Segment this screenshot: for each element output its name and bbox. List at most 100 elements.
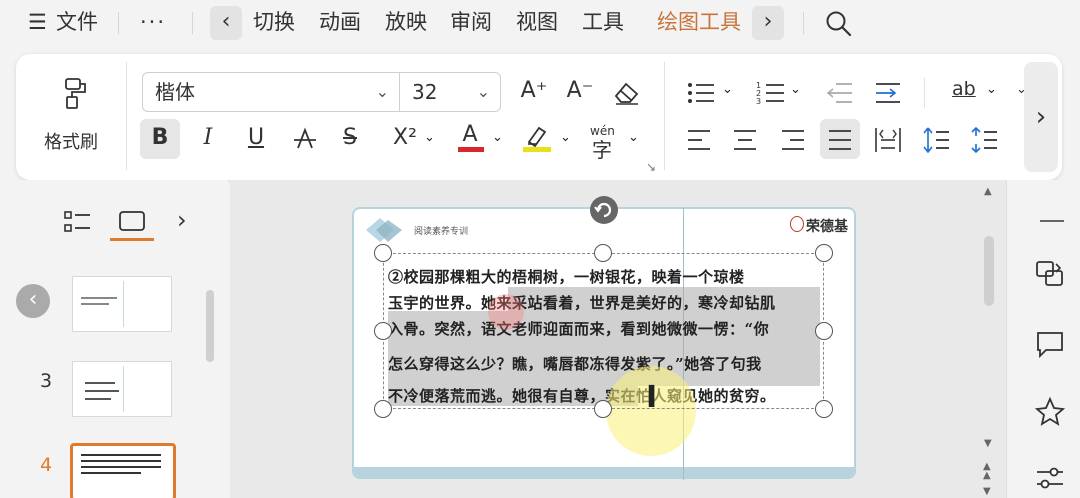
- canvas-scrollbar[interactable]: [984, 236, 994, 306]
- scroll-down-icon[interactable]: ▼: [984, 438, 992, 449]
- tab-review[interactable]: 审阅: [450, 8, 492, 36]
- italic-button[interactable]: I: [188, 121, 228, 157]
- chevron-down-icon[interactable]: ⌄: [492, 130, 503, 145]
- superscript-button[interactable]: X²: [380, 121, 430, 157]
- rotate-handle-icon[interactable]: [588, 194, 620, 226]
- divider: [664, 62, 665, 170]
- chevron-down-icon[interactable]: ⌄: [790, 82, 801, 97]
- resize-handle[interactable]: [594, 400, 612, 418]
- slide-thumbnail-2[interactable]: [72, 276, 172, 332]
- font-size-select[interactable]: 32 ⌄: [399, 72, 501, 112]
- underline-button[interactable]: U: [236, 121, 276, 157]
- line-spacing-icon[interactable]: [922, 126, 950, 154]
- thumb-line: [81, 297, 117, 299]
- align-left-icon[interactable]: [686, 128, 712, 152]
- bold-button[interactable]: B: [140, 121, 180, 157]
- settings-sliders-icon[interactable]: [1034, 462, 1066, 494]
- resize-handle[interactable]: [594, 244, 612, 262]
- slide-logo-shape-icon: [366, 218, 402, 242]
- align-center-icon[interactable]: [732, 128, 758, 152]
- menu-icon[interactable]: ☰: [28, 8, 47, 36]
- font-name-select[interactable]: 楷体 ⌄: [142, 72, 400, 112]
- search-icon[interactable]: [824, 9, 854, 39]
- tabs-next-button[interactable]: ›: [752, 6, 784, 40]
- scroll-up-icon[interactable]: ▲: [984, 186, 992, 197]
- resize-handle[interactable]: [815, 244, 833, 262]
- justify-icon[interactable]: [827, 128, 853, 152]
- tab-slideshow[interactable]: 放映: [385, 8, 427, 36]
- resize-handle[interactable]: [374, 322, 392, 340]
- thumb-line: [81, 466, 161, 468]
- divider: [123, 366, 124, 412]
- thumb-line: [81, 303, 109, 305]
- tab-animation[interactable]: 动画: [319, 8, 361, 36]
- next-slide-icon[interactable]: ▼: [983, 486, 991, 497]
- bullet-list-icon[interactable]: [686, 80, 716, 106]
- slide-thumbnail-3[interactable]: [72, 361, 172, 417]
- thumb-line: [85, 398, 111, 400]
- chevron-down-icon[interactable]: ⌄: [424, 130, 435, 145]
- tab-drawing-tools[interactable]: 绘图工具: [657, 8, 741, 36]
- collapse-pane-icon[interactable]: [1040, 220, 1064, 222]
- increase-indent-icon[interactable]: [874, 80, 902, 106]
- shrink-font-button[interactable]: A⁻: [560, 74, 600, 110]
- menu-file[interactable]: 文件: [56, 8, 98, 36]
- font-name-value: 楷体: [155, 80, 195, 104]
- thumb-line: [81, 454, 161, 456]
- chevron-down-icon[interactable]: ⌄: [628, 130, 639, 145]
- slide-bottom-band: [354, 467, 854, 477]
- divider: [803, 12, 804, 34]
- resize-handle[interactable]: [374, 400, 392, 418]
- chevron-right-icon[interactable]: ›: [177, 206, 187, 234]
- ribbon-scroll-right-button[interactable]: ›: [1024, 62, 1058, 172]
- dialog-launcher-icon[interactable]: ↘: [646, 160, 656, 174]
- paragraph-spacing-icon[interactable]: [970, 126, 998, 154]
- prev-slide-icon[interactable]: ▲ ▲: [983, 462, 991, 481]
- chevron-down-icon[interactable]: ⌄: [560, 130, 571, 145]
- slide-view-icon[interactable]: [118, 210, 146, 234]
- tab-transition[interactable]: 切换: [253, 8, 295, 36]
- chevron-down-icon: ⌄: [476, 82, 490, 101]
- thumb-line: [85, 382, 115, 384]
- font-size-value: 32: [412, 80, 438, 104]
- grow-font-button[interactable]: A⁺: [514, 74, 554, 110]
- divider: [192, 12, 193, 34]
- highlight-color-bar: [523, 147, 551, 152]
- resize-handle[interactable]: [815, 322, 833, 340]
- format-painter-icon[interactable]: [58, 75, 94, 111]
- slide-brand-logo: 荣德基: [806, 219, 848, 235]
- active-tab-underline: [110, 238, 154, 241]
- thumb-number-4: 4: [40, 454, 53, 476]
- more-menu-button[interactable]: ···: [140, 8, 166, 36]
- numbered-list-icon[interactable]: 1 2 3: [756, 80, 786, 106]
- tabs-prev-button[interactable]: ‹: [210, 6, 242, 40]
- resize-handle[interactable]: [815, 400, 833, 418]
- collapse-pane-button[interactable]: ‹: [16, 284, 50, 318]
- eraser-icon[interactable]: [612, 78, 642, 106]
- comment-icon[interactable]: [1034, 328, 1066, 360]
- decrease-indent-icon[interactable]: [826, 80, 854, 106]
- align-right-icon[interactable]: [780, 128, 806, 152]
- divider: [123, 281, 124, 327]
- pinyin-char[interactable]: 字: [592, 134, 612, 163]
- resize-handle[interactable]: [374, 244, 392, 262]
- thumbnail-scrollbar[interactable]: [206, 290, 214, 362]
- thumb-line: [81, 460, 161, 462]
- thumb-line: [81, 472, 141, 474]
- tab-tools[interactable]: 工具: [582, 8, 624, 36]
- star-icon[interactable]: [1034, 396, 1066, 428]
- distribute-icon[interactable]: [874, 126, 902, 154]
- strikethrough-icon[interactable]: [292, 126, 318, 152]
- text-direction-button[interactable]: ab: [952, 78, 976, 100]
- slide-thumbnail-4[interactable]: [70, 443, 176, 498]
- format-painter-label[interactable]: 格式刷: [44, 128, 98, 154]
- slide-header-text: 阅读素养专训: [414, 227, 469, 237]
- double-strike-button[interactable]: S: [330, 121, 370, 157]
- chevron-down-icon: ⌄: [375, 82, 389, 101]
- tab-view[interactable]: 视图: [516, 8, 558, 36]
- textbox-frame[interactable]: [383, 253, 824, 409]
- transform-icon[interactable]: [1034, 258, 1066, 290]
- chevron-down-icon[interactable]: ⌄: [722, 82, 733, 97]
- chevron-down-icon[interactable]: ⌄: [986, 82, 997, 97]
- outline-view-icon[interactable]: [64, 210, 92, 234]
